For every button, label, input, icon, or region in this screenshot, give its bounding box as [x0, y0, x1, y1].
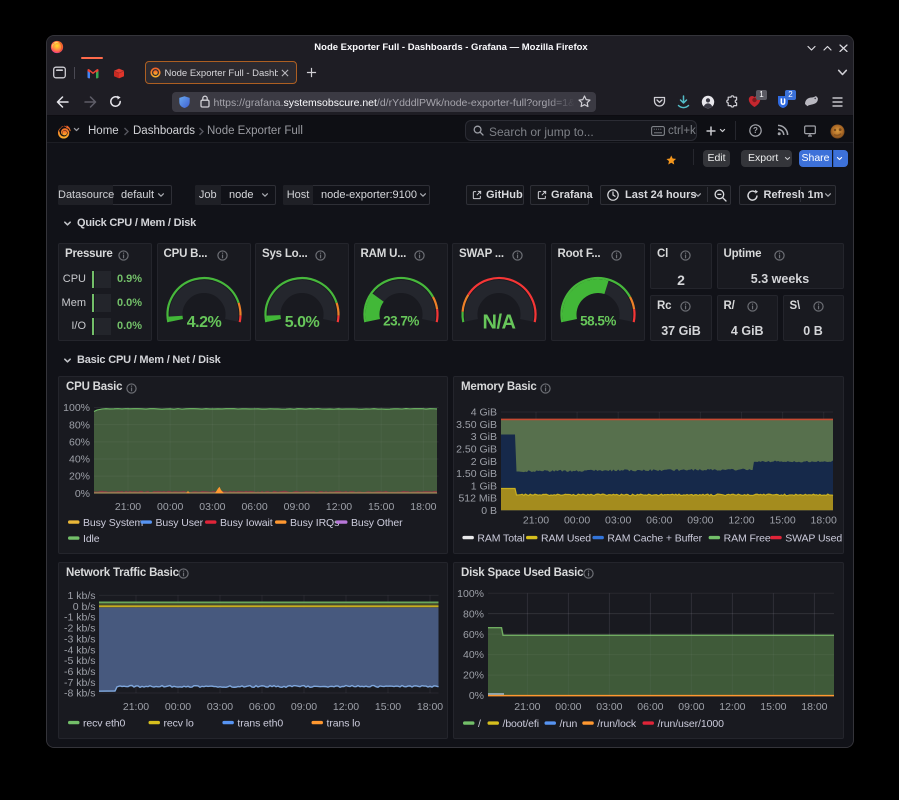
svg-text:Busy Iowait: Busy Iowait	[220, 517, 273, 529]
svg-text:5.0%: 5.0%	[285, 314, 320, 331]
svg-text:RAM Cache + Buffer: RAM Cache + Buffer	[607, 533, 702, 545]
svg-text:23.7%: 23.7%	[383, 314, 419, 329]
svg-text:03:00: 03:00	[605, 515, 631, 527]
svg-text:1.50 GiB: 1.50 GiB	[456, 468, 497, 480]
svg-text:00:00: 00:00	[157, 501, 183, 513]
svg-text:12:00: 12:00	[728, 515, 754, 527]
svg-text:06:00: 06:00	[249, 701, 275, 713]
svg-text:06:00: 06:00	[241, 501, 267, 513]
svg-text:12:00: 12:00	[333, 701, 359, 713]
svg-text:18:00: 18:00	[811, 515, 837, 527]
svg-text:2.50 GiB: 2.50 GiB	[456, 443, 497, 455]
svg-text:80%: 80%	[69, 419, 90, 431]
svg-text:recv lo: recv lo	[164, 717, 194, 729]
svg-text:Busy IRQs: Busy IRQs	[290, 517, 339, 529]
svg-text:4 GiB: 4 GiB	[471, 407, 497, 419]
svg-text:0 B: 0 B	[481, 505, 497, 517]
svg-text:60%: 60%	[463, 628, 484, 640]
svg-text:21:00: 21:00	[123, 701, 149, 713]
svg-text:SWAP Used: SWAP Used	[785, 533, 842, 545]
svg-text:20%: 20%	[463, 669, 484, 681]
svg-text:80%: 80%	[463, 608, 484, 620]
svg-text:/boot/efi: /boot/efi	[503, 718, 539, 730]
svg-text:0%: 0%	[75, 488, 90, 500]
svg-text:15:00: 15:00	[368, 501, 394, 513]
svg-text:512 MiB: 512 MiB	[458, 493, 497, 505]
svg-text:Busy User: Busy User	[156, 517, 204, 529]
svg-text:58.5%: 58.5%	[580, 314, 616, 329]
svg-text:06:00: 06:00	[646, 515, 672, 527]
svg-text:06:00: 06:00	[637, 701, 663, 713]
svg-text:15:00: 15:00	[769, 515, 795, 527]
svg-text:18:00: 18:00	[801, 701, 827, 713]
svg-text:40%: 40%	[69, 454, 90, 466]
svg-text:00:00: 00:00	[165, 701, 191, 713]
svg-text:18:00: 18:00	[410, 501, 436, 513]
svg-text:trans lo: trans lo	[327, 717, 361, 729]
svg-text:12:00: 12:00	[719, 701, 745, 713]
svg-text:40%: 40%	[463, 649, 484, 661]
svg-text:/run: /run	[560, 718, 578, 730]
svg-text:12:00: 12:00	[326, 501, 352, 513]
svg-text:09:00: 09:00	[678, 701, 704, 713]
svg-text:Busy Other: Busy Other	[351, 517, 403, 529]
svg-text:RAM Total: RAM Total	[477, 533, 524, 545]
svg-text:20%: 20%	[69, 471, 90, 483]
svg-text:4.2%: 4.2%	[186, 314, 221, 331]
svg-text:00:00: 00:00	[564, 515, 590, 527]
svg-text:Idle: Idle	[83, 533, 100, 545]
svg-text:21:00: 21:00	[115, 501, 141, 513]
svg-text:100%: 100%	[457, 587, 484, 599]
svg-text:09:00: 09:00	[284, 501, 310, 513]
svg-text:15:00: 15:00	[760, 701, 786, 713]
svg-text:03:00: 03:00	[207, 701, 233, 713]
svg-text:RAM Free: RAM Free	[724, 533, 771, 545]
svg-text:09:00: 09:00	[687, 515, 713, 527]
svg-text:60%: 60%	[69, 436, 90, 448]
svg-text:/: /	[478, 718, 481, 730]
svg-text:09:00: 09:00	[291, 701, 317, 713]
svg-text:21:00: 21:00	[523, 515, 549, 527]
svg-text:3.50 GiB: 3.50 GiB	[456, 419, 497, 431]
svg-text:/run/lock: /run/lock	[597, 718, 637, 730]
svg-text:/run/user/1000: /run/user/1000	[658, 718, 725, 730]
svg-text:Busy System: Busy System	[83, 517, 144, 529]
svg-text:N/A: N/A	[483, 312, 516, 334]
svg-text:03:00: 03:00	[596, 701, 622, 713]
svg-text:trans eth0: trans eth0	[237, 717, 283, 729]
svg-text:2 GiB: 2 GiB	[471, 456, 497, 468]
svg-text:18:00: 18:00	[417, 701, 443, 713]
svg-text:-8 kb/s: -8 kb/s	[64, 687, 96, 699]
svg-text:?: ?	[753, 126, 758, 135]
svg-text:00:00: 00:00	[555, 701, 581, 713]
svg-text:100%: 100%	[63, 402, 90, 414]
svg-text:21:00: 21:00	[514, 701, 540, 713]
svg-text:03:00: 03:00	[199, 501, 225, 513]
svg-text:RAM Used: RAM Used	[541, 533, 591, 545]
svg-text:1 GiB: 1 GiB	[471, 480, 497, 492]
svg-text:3 GiB: 3 GiB	[471, 431, 497, 443]
svg-text:recv eth0: recv eth0	[83, 717, 126, 729]
svg-text:0%: 0%	[469, 690, 484, 702]
svg-text:15:00: 15:00	[375, 701, 401, 713]
